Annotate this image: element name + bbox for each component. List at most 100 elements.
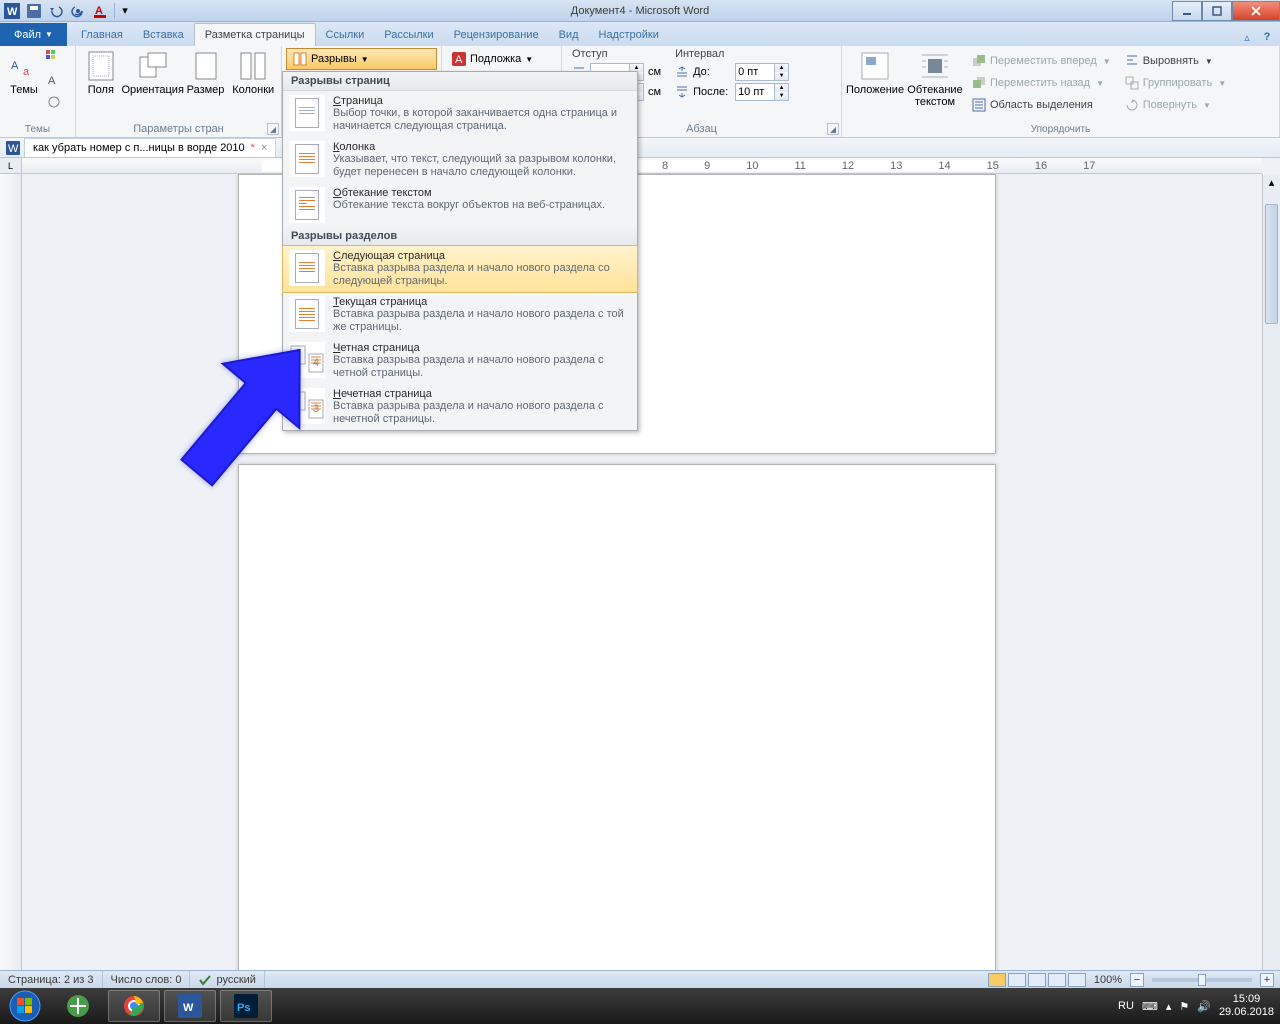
tray-action-icon[interactable]: ⚑	[1179, 1000, 1189, 1013]
break-item-even-page[interactable]: 24 Четная страницаВставка разрыва раздел…	[283, 338, 637, 384]
spacing-label: Интервал	[675, 48, 789, 60]
tab-view[interactable]: Вид	[549, 23, 589, 46]
dropdown-header-section-breaks: Разрывы разделов	[283, 227, 637, 246]
close-doc-tab-icon[interactable]: ×	[261, 142, 267, 154]
columns-button[interactable]: Колонки	[229, 48, 277, 98]
view-print-layout-icon[interactable]	[988, 973, 1006, 987]
zoom-slider[interactable]	[1152, 978, 1252, 982]
taskbar-chrome[interactable]	[108, 990, 160, 1022]
scroll-thumb[interactable]	[1265, 204, 1278, 324]
window-title: Документ4 - Microsoft Word	[0, 5, 1280, 17]
break-item-continuous[interactable]: Текущая страницаВставка разрыва раздела …	[283, 292, 637, 338]
collapse-ribbon-icon[interactable]: ▵	[1238, 28, 1256, 46]
break-item-page[interactable]: СтраницаВыбор точки, в которой заканчива…	[283, 91, 637, 137]
tab-addins[interactable]: Надстройки	[589, 23, 669, 46]
horizontal-ruler[interactable]: 891011121314151617	[22, 158, 1262, 174]
view-full-screen-icon[interactable]	[1008, 973, 1026, 987]
group-button[interactable]: Группировать▼	[1121, 72, 1230, 94]
break-item-column[interactable]: КолонкаУказывает, что текст, следующий з…	[283, 137, 637, 183]
svg-text:a: a	[23, 66, 30, 78]
document-area[interactable]	[22, 174, 1262, 1006]
tab-references[interactable]: Ссылки	[316, 23, 375, 46]
ruler-corner[interactable]: L	[0, 158, 22, 174]
tray-show-hidden-icon[interactable]: ▴	[1166, 1000, 1172, 1013]
close-button[interactable]	[1232, 1, 1280, 21]
bring-forward-button[interactable]: Переместить вперед▼	[968, 50, 1115, 72]
view-web-layout-icon[interactable]	[1028, 973, 1046, 987]
tab-home[interactable]: Главная	[71, 23, 133, 46]
status-words[interactable]: Число слов: 0	[103, 971, 191, 988]
taskbar-word[interactable]: W	[164, 990, 216, 1022]
themes-group-label: Темы	[0, 121, 75, 137]
help-icon[interactable]: ?	[1258, 28, 1276, 46]
zoom-label[interactable]: 100%	[1094, 974, 1122, 986]
theme-effects-icon[interactable]	[46, 94, 66, 114]
size-button[interactable]: Размер	[184, 48, 228, 98]
break-item-text-wrap[interactable]: Обтекание текстомОбтекание текста вокруг…	[283, 183, 637, 227]
scroll-up-icon[interactable]: ▴	[1263, 174, 1280, 190]
wrap-text-button[interactable]: Обтекание текстом	[906, 48, 964, 110]
taskbar-app-1[interactable]	[52, 990, 104, 1022]
save-icon[interactable]	[24, 2, 44, 20]
themes-button[interactable]: Aa Темы	[4, 48, 44, 98]
document-page-2[interactable]	[238, 464, 996, 1006]
redo-icon[interactable]	[68, 2, 88, 20]
ribbon: Aa Темы A Темы Поля Ориентация Разм	[0, 46, 1280, 138]
view-outline-icon[interactable]	[1048, 973, 1066, 987]
tray-keyboard-icon[interactable]: ⌨	[1142, 1000, 1158, 1013]
vertical-ruler[interactable]	[0, 174, 22, 1006]
break-item-next-page[interactable]: Следующая страницаВставка разрыва раздел…	[283, 246, 637, 292]
tray-volume-icon[interactable]: 🔊	[1197, 1000, 1211, 1013]
taskbar-photoshop[interactable]: Ps	[220, 990, 272, 1022]
space-after-input[interactable]: ▲▼	[735, 83, 789, 101]
file-tab[interactable]: Файл ▼	[0, 23, 67, 46]
paragraph-launcher-icon[interactable]: ◢	[827, 123, 839, 135]
send-backward-button[interactable]: Переместить назад▼	[968, 72, 1115, 94]
status-page[interactable]: Страница: 2 из 3	[0, 971, 103, 988]
taskbar: W Ps RU ⌨ ▴ ⚑ 🔊 15:0929.06.2018	[0, 988, 1280, 1024]
start-button[interactable]	[0, 988, 50, 1024]
word-doc-icon: W	[6, 141, 20, 155]
zoom-in-button[interactable]: +	[1260, 973, 1274, 987]
status-language[interactable]: русский	[190, 971, 264, 988]
theme-colors-icon[interactable]	[46, 50, 66, 70]
document-tab[interactable]: как убрать номер с п...ницы в ворде 2010…	[24, 138, 276, 157]
tab-review[interactable]: Рецензирование	[444, 23, 549, 46]
tray-language[interactable]: RU	[1118, 1000, 1134, 1012]
svg-text:1: 1	[295, 395, 301, 407]
tab-insert[interactable]: Вставка	[133, 23, 194, 46]
undo-icon[interactable]	[46, 2, 66, 20]
watermark-button[interactable]: A Подложка▼	[446, 48, 539, 70]
align-button[interactable]: Выровнять▼	[1121, 50, 1230, 72]
quick-access-toolbar: W A ▾	[0, 2, 131, 20]
svg-text:A: A	[11, 60, 19, 72]
maximize-button[interactable]	[1202, 1, 1232, 21]
rotate-button[interactable]: Повернуть▼	[1121, 94, 1230, 116]
space-before-input[interactable]: ▲▼	[735, 63, 789, 81]
font-color-icon[interactable]: A	[90, 2, 110, 20]
margins-button[interactable]: Поля	[80, 48, 122, 98]
window-controls	[1172, 1, 1280, 21]
svg-text:A: A	[48, 75, 56, 87]
orientation-button[interactable]: Ориентация	[124, 48, 182, 98]
qat-customize-icon[interactable]: ▾	[119, 2, 131, 20]
view-draft-icon[interactable]	[1068, 973, 1086, 987]
break-item-odd-page[interactable]: 13 Нечетная страницаВставка разрыва разд…	[283, 384, 637, 430]
space-before-icon	[675, 65, 689, 79]
page-setup-launcher-icon[interactable]: ◢	[267, 123, 279, 135]
zoom-out-button[interactable]: −	[1130, 973, 1144, 987]
tab-page-layout[interactable]: Разметка страницы	[194, 23, 316, 46]
document-tabs: W как убрать номер с п...ницы в ворде 20…	[0, 138, 1280, 158]
breaks-button[interactable]: Разрывы▼	[286, 48, 437, 70]
tray-clock[interactable]: 15:0929.06.2018	[1219, 993, 1274, 1019]
titlebar: W A ▾ Документ4 - Microsoft Word	[0, 0, 1280, 22]
theme-fonts-icon[interactable]: A	[46, 72, 66, 92]
tab-mailings[interactable]: Рассылки	[374, 23, 443, 46]
vertical-scrollbar[interactable]: ▴ ▾	[1262, 174, 1280, 988]
selection-pane-button[interactable]: Область выделения	[968, 94, 1115, 116]
minimize-button[interactable]	[1172, 1, 1202, 21]
position-button[interactable]: Положение	[846, 48, 904, 98]
word-icon[interactable]: W	[2, 2, 22, 20]
arrange-group-label: Упорядочить	[842, 121, 1279, 137]
indent-label: Отступ	[572, 48, 661, 60]
